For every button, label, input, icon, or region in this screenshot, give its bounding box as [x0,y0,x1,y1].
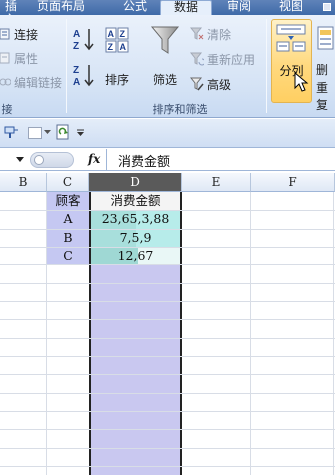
column-line [250,192,251,475]
formula-bar: fx 消费金额 [0,149,335,171]
cell-d4[interactable]: 12,67 [91,247,180,265]
advanced-filter-icon [190,77,204,91]
sort-label: 排序 [104,73,129,87]
chevron-down-icon[interactable] [44,130,51,135]
svg-text:Z: Z [108,42,114,52]
insert-function-button[interactable]: fx [88,152,100,166]
svg-text:A: A [73,29,80,40]
clear-filter-button[interactable]: 清除 [190,25,231,43]
reapply-filter-button[interactable]: 重新应用 [190,50,255,68]
formula-input[interactable]: 消费金额 [118,151,170,170]
row-line [0,393,335,394]
row-line [0,374,335,375]
sort-descending-button[interactable]: Z A [72,63,98,89]
tab-more[interactable] [318,0,335,15]
row-line [0,356,335,357]
tab-insert[interactable]: 插入 [0,0,22,26]
sort-button[interactable]: A Z Z A 排序 [100,27,134,93]
tab-formulas[interactable]: 公式 [118,0,152,15]
row-line [0,448,335,449]
text-to-columns-icon [276,24,306,52]
cell-c4[interactable]: C [47,247,89,265]
tab-data[interactable]: 数据 [160,0,212,15]
mouse-cursor-icon [294,72,309,92]
quick-access-toolbar [0,119,335,148]
tab-review[interactable]: 审阅 [224,0,254,15]
row-line [0,338,335,339]
name-box[interactable] [0,149,28,171]
reapply-filter-label: 重新应用 [207,52,256,67]
checkbox-button[interactable] [28,127,42,139]
cell-d1[interactable]: 消费金额 [91,192,180,210]
remove-duplicates-button[interactable]: 删 重复 [316,25,335,112]
row-line [0,429,335,430]
sort-filter-group-label: 排序和筛选 [152,103,208,116]
svg-text:A: A [73,77,80,87]
row-line [0,411,335,412]
cell-c1[interactable]: 顾客 [47,192,89,210]
filter-label: 筛选 [152,73,177,87]
ribbon-tab-bar: 插入 页面布局 公式 数据 审阅 视图 [0,0,335,26]
formula-bar-splitter[interactable] [30,152,74,168]
connections-icon [0,28,10,40]
group-separator [266,19,267,113]
remove-duplicates-label: 删 [316,63,329,77]
column-line [333,192,334,475]
properties-label: 属性 [14,51,39,66]
connections-group-label: 接 [1,103,13,116]
properties-button[interactable]: 属性 [0,49,38,67]
cell-c3[interactable]: B [47,229,89,247]
sort-icon: A Z Z A [105,27,129,53]
column-header-f[interactable]: F [251,173,335,192]
cell-d2[interactable]: 23,65,3,88 [91,210,180,228]
connections-label: 连接 [14,27,39,42]
svg-text:Z: Z [120,29,126,39]
svg-text:Z: Z [73,41,79,51]
svg-text:A: A [108,29,115,39]
svg-text:A: A [120,42,127,52]
column-header-c[interactable]: C [47,173,89,192]
clear-filter-label: 清除 [207,27,232,42]
svg-text:Z: Z [73,65,79,76]
refresh-document-icon[interactable] [56,124,72,141]
group-separator [66,19,67,113]
splitter-knob-icon [34,155,44,165]
properties-icon [0,52,10,64]
tab-more-icon [322,3,331,11]
clear-filter-icon [190,27,204,40]
filter-button[interactable]: 筛选 [148,25,182,95]
row-line [0,283,335,284]
formula-divider [106,149,107,171]
sort-ascending-button[interactable]: A Z [72,27,98,53]
reapply-filter-icon [190,52,204,66]
remove-duplicates-icon [317,26,334,50]
customize-toolbar-icon[interactable] [76,129,85,137]
row-line [0,301,335,302]
row-line [0,319,335,320]
advanced-filter-button[interactable]: 高级 [190,75,231,93]
column-header-e[interactable]: E [182,173,251,192]
column-header-d[interactable]: D [89,173,182,192]
column-header-b[interactable]: B [0,173,47,192]
tab-view[interactable]: 视图 [276,0,306,15]
sort-a-to-z-icon: A Z [73,29,94,52]
edit-links-label: 编辑链接 [14,75,63,90]
connections-button[interactable]: 连接 [0,25,38,43]
remove-duplicates-label-2: 重复 [316,81,329,112]
name-box-dropdown-icon[interactable] [16,157,24,162]
tab-page-layout[interactable]: 页面布局 [26,0,96,15]
edit-links-icon [0,78,11,86]
edit-links-button[interactable]: 编辑链接 [0,73,62,91]
format-painter-icon[interactable] [4,126,20,140]
filter-funnel-icon [150,26,180,54]
text-to-columns-button[interactable]: 分列 [271,19,312,103]
cell-c2[interactable]: A [47,210,89,228]
row-line [0,466,335,467]
cell-d3[interactable]: 7,5,9 [91,229,180,247]
ribbon-panel: 连接 属性 编辑链接 接 A Z Z A A Z Z A 排序 筛选 清除 重新… [0,15,335,118]
advanced-filter-label: 高级 [207,77,232,92]
sort-z-to-a-icon: Z A [73,65,94,88]
worksheet-grid[interactable]: B C D E F 顾客 A B C 消费金额 23,65,3,88 7,5,9… [0,173,335,475]
